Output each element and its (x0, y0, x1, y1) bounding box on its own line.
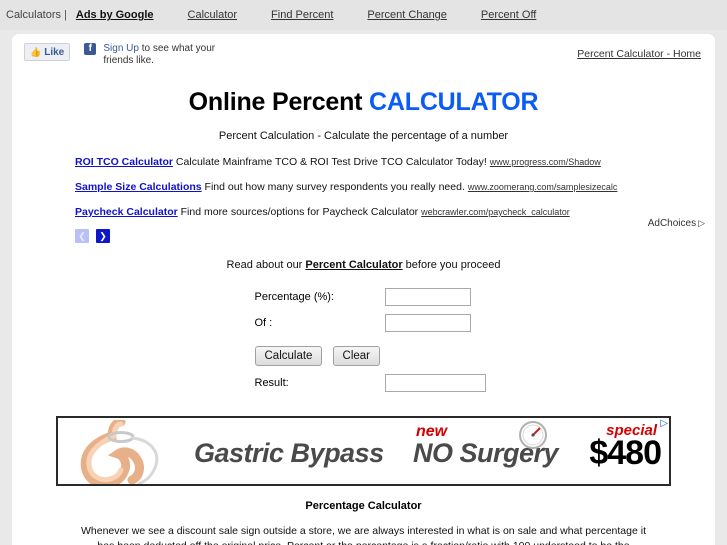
thumbs-up-icon: 👍 (30, 46, 42, 57)
nav-link-find-percent[interactable]: Find Percent (271, 9, 333, 21)
text-ad-title[interactable]: ROI TCO Calculator (75, 156, 173, 168)
percentage-input[interactable] (384, 288, 471, 306)
facebook-icon[interactable]: f (84, 43, 97, 55)
nav-calculators-label: Calculators (6, 9, 62, 21)
adchoices-label: AdChoices (647, 218, 697, 229)
page-subtitle: Percent Calculation - Calculate the perc… (218, 130, 509, 142)
banner-advertisement[interactable]: Gastric Bypass new NO Surgery special $4… (56, 416, 671, 486)
text-ad-title[interactable]: Sample Size Calculations (75, 181, 202, 193)
clear-button[interactable]: Clear (332, 346, 380, 366)
percent-calculator-home-link[interactable]: Percent Calculator - Home (577, 48, 701, 60)
calculator-form: Read about our Percent Calculator before… (12, 259, 715, 396)
text-ad-item: ROI TCO Calculator Calculate Mainframe T… (75, 156, 695, 168)
calculator-fields-table: Percentage (%): Of : Calculate Clear Res… (242, 284, 486, 396)
article-heading: Percentage Calculator (305, 500, 422, 512)
chevron-right-icon[interactable]: ❯ (96, 229, 111, 243)
adchoices-triangle-icon: ▷ (698, 218, 705, 228)
article-body: Whenever we see a discount sale sign out… (81, 525, 646, 545)
text-ad-item: Paycheck Calculator Find more sources/op… (75, 206, 695, 218)
of-input-cell (384, 310, 486, 336)
result-input[interactable] (384, 374, 486, 392)
page-content-card: 👍 Like f Sign Up to see what your friend… (12, 34, 715, 545)
of-input[interactable] (384, 314, 471, 332)
banner-price: $480 (589, 434, 662, 472)
nav-ads-by-google[interactable]: Ads by Google (76, 9, 154, 21)
facebook-like-button[interactable]: 👍 Like (24, 43, 71, 61)
percentage-input-cell (384, 284, 486, 310)
text-ad-item: Sample Size Calculations Find out how ma… (75, 181, 695, 193)
table-row: Of : (242, 310, 486, 336)
text-ad-url[interactable]: www.progress.com/Shadow (490, 157, 601, 167)
facebook-signup-text: Sign Up to see what your friends like. (103, 43, 223, 67)
stomach-illustration (80, 420, 159, 484)
chevron-left-icon[interactable]: ❮ (75, 229, 89, 243)
form-buttons-cell: Calculate Clear (242, 336, 486, 370)
page-title-black: Online Percent (188, 88, 370, 116)
table-row: Calculate Clear (242, 336, 486, 370)
gauge-icon (519, 421, 547, 449)
nav-link-calculator[interactable]: Calculator (188, 9, 238, 21)
text-ad-url[interactable]: webcrawler.com/paycheck_calculator (421, 207, 570, 217)
ad-pagination: ❮ ❯ (75, 229, 695, 243)
read-about-text: Read about our Percent Calculator before… (12, 259, 715, 271)
top-navigation-bar: Calculators | Ads by Google Calculator F… (0, 0, 727, 30)
result-label: Result: (254, 377, 289, 389)
social-bar: 👍 Like f Sign Up to see what your friend… (12, 34, 715, 68)
calculate-button[interactable]: Calculate (254, 346, 323, 366)
table-row: Result: (242, 370, 486, 396)
article-section: Percentage Calculator Whenever we see a … (74, 500, 654, 545)
text-ads-block: ROI TCO Calculator Calculate Mainframe T… (75, 156, 705, 243)
nav-link-percent-off[interactable]: Percent Off (481, 9, 536, 21)
banner-adchoices-triangle-icon[interactable]: ▷ (660, 418, 668, 429)
page-title: Online Percent CALCULATOR (12, 88, 715, 117)
result-input-cell (384, 370, 486, 396)
like-button-label: Like (44, 46, 65, 58)
text-ad-url[interactable]: www.zoomerang.com/samplesizecalc (468, 182, 618, 192)
percent-calculator-article-link[interactable]: Percent Calculator (305, 259, 402, 271)
text-ad-description: Calculate Mainframe TCO & ROI Test Drive… (173, 156, 487, 168)
table-row: Percentage (%): (242, 284, 486, 310)
nav-separator: | (64, 9, 67, 21)
read-about-prefix: Read about our (226, 259, 306, 271)
nav-link-percent-change[interactable]: Percent Change (367, 9, 447, 21)
adchoices-link[interactable]: AdChoices ▷ (648, 218, 705, 229)
page-title-accent: CALCULATOR (369, 88, 539, 116)
facebook-signup-link[interactable]: Sign Up (103, 43, 139, 54)
percentage-label: Percentage (%): (254, 291, 334, 303)
banner-headline: Gastric Bypass (194, 438, 384, 468)
text-ad-description: Find more sources/options for Paycheck C… (177, 206, 419, 218)
text-ad-description: Find out how many survey respondents you… (201, 181, 465, 193)
of-label: Of : (254, 317, 273, 329)
text-ad-title[interactable]: Paycheck Calculator (75, 206, 178, 218)
read-about-suffix: before you proceed (402, 259, 501, 271)
